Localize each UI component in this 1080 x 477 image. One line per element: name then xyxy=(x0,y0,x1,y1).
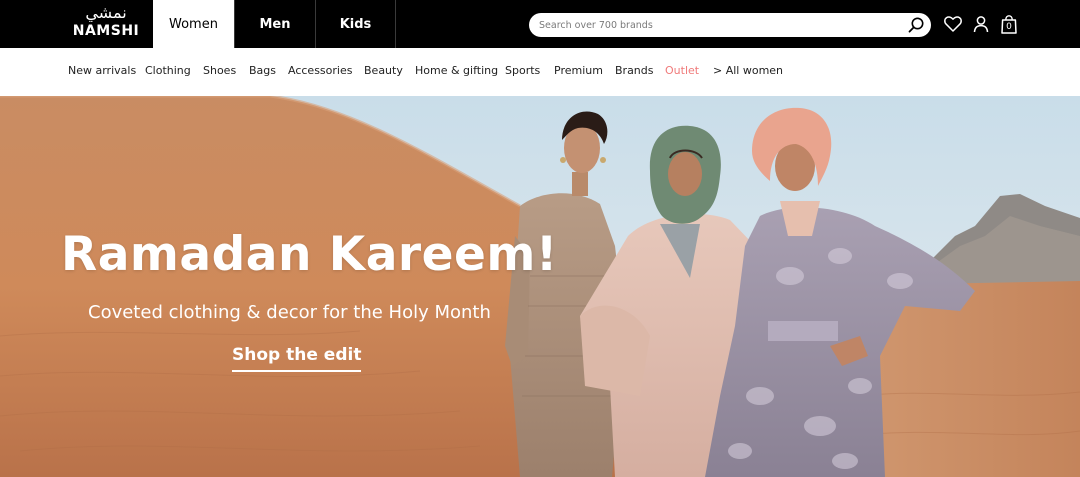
nav-clothing[interactable]: Clothing xyxy=(145,64,191,77)
nav-beauty[interactable]: Beauty xyxy=(364,64,403,77)
nav-home-gifting[interactable]: Home & gifting xyxy=(415,64,498,77)
category-nav: New arrivals Clothing Shoes Bags Accesso… xyxy=(0,48,1080,96)
nav-brands[interactable]: Brands xyxy=(615,64,654,77)
nav-outlet[interactable]: Outlet xyxy=(665,64,699,77)
top-header-bar: نمشي NAMSHI Women Men Kids 0 xyxy=(0,0,1080,48)
nav-accessories[interactable]: Accessories xyxy=(288,64,352,77)
logo-arabic-text: نمشي xyxy=(85,4,127,22)
cart-count-badge: 0 xyxy=(1006,22,1012,32)
tab-women[interactable]: Women xyxy=(153,0,234,48)
nav-shoes[interactable]: Shoes xyxy=(203,64,236,77)
heart-icon[interactable] xyxy=(943,14,963,34)
tab-kids[interactable]: Kids xyxy=(315,0,396,48)
tab-men[interactable]: Men xyxy=(234,0,315,48)
nav-sports[interactable]: Sports xyxy=(505,64,540,77)
nav-all-women[interactable]: > All women xyxy=(713,64,783,77)
shop-the-edit-link[interactable]: Shop the edit xyxy=(232,345,362,372)
search-bar xyxy=(529,13,931,37)
hero-headline: Ramadan Kareem! xyxy=(61,227,558,282)
namshi-logo[interactable]: نمشي NAMSHI xyxy=(60,4,152,44)
logo-text: NAMSHI xyxy=(72,23,140,39)
user-icon[interactable] xyxy=(971,14,991,34)
search-icon[interactable] xyxy=(907,16,925,34)
search-input[interactable] xyxy=(539,15,899,35)
hero-banner[interactable]: Ramadan Kareem! Coveted clothing & decor… xyxy=(0,96,1080,477)
nav-premium[interactable]: Premium xyxy=(554,64,603,77)
nav-bags[interactable]: Bags xyxy=(249,64,276,77)
hero-subheading: Coveted clothing & decor for the Holy Mo… xyxy=(88,302,491,323)
nav-new-arrivals[interactable]: New arrivals xyxy=(68,64,136,77)
hero-image xyxy=(0,96,1080,477)
